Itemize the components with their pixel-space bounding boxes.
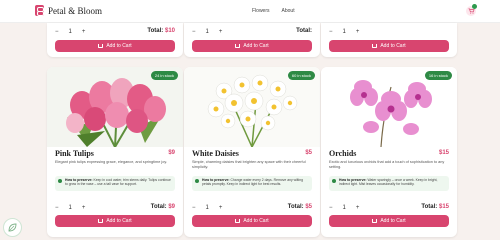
total-label: Total: bbox=[147, 28, 164, 34]
total-label: Total: bbox=[150, 204, 167, 210]
increase-qty-button[interactable]: + bbox=[82, 29, 86, 35]
total-value: $15 bbox=[438, 204, 449, 210]
total-value: $5 bbox=[305, 204, 312, 210]
total-label: Total: bbox=[421, 204, 438, 210]
stock-badge: 24 in stock bbox=[150, 71, 178, 80]
cart-icon bbox=[235, 44, 241, 48]
stock-badge: 60 in stock bbox=[287, 71, 315, 80]
product-card-orchids: 16 in stock Orchids $15 Exotic and luxur… bbox=[321, 67, 457, 237]
add-to-cart-label: Add to Cart bbox=[243, 43, 269, 49]
decrease-qty-button[interactable]: − bbox=[329, 205, 333, 211]
add-to-cart-button[interactable]: Add to Cart bbox=[55, 215, 175, 227]
decrease-qty-button[interactable]: − bbox=[192, 205, 196, 211]
total-label: Total: bbox=[287, 204, 304, 210]
leaf-icon bbox=[8, 223, 17, 232]
add-to-cart-label: Add to Cart bbox=[380, 218, 406, 224]
add-to-cart-button[interactable]: Add to Cart bbox=[55, 40, 175, 52]
add-to-cart-button[interactable]: Add to Cart bbox=[329, 215, 449, 227]
total-price: Total: $10 bbox=[147, 28, 175, 34]
increase-qty-button[interactable]: + bbox=[82, 205, 86, 211]
cart-icon bbox=[372, 44, 378, 48]
nav-link-about[interactable]: About bbox=[282, 8, 295, 14]
quantity-value: 1 bbox=[205, 28, 209, 35]
product-description: Exotic and luxurious orchids that add a … bbox=[329, 160, 445, 169]
product-description: Elegant pink tulips expressing grace, el… bbox=[55, 160, 168, 164]
cart-icon bbox=[235, 219, 241, 223]
brand-name: Petal & Bloom bbox=[48, 5, 102, 16]
total-label: Total: bbox=[296, 28, 312, 34]
cart-icon bbox=[372, 219, 378, 223]
cart-icon bbox=[98, 219, 104, 223]
add-to-cart-button[interactable]: Add to Cart bbox=[329, 40, 449, 52]
product-name: Pink Tulips bbox=[55, 149, 94, 158]
product-card-pink-tulips: 24 in stock Pink Tulips $9 Elegant pink … bbox=[47, 67, 183, 237]
product-price: $15 bbox=[438, 150, 449, 156]
product-card-partial: − 1 + Add to Cart bbox=[321, 23, 457, 57]
info-icon bbox=[332, 179, 336, 183]
total-value: $10 bbox=[164, 28, 175, 34]
product-price: $5 bbox=[305, 150, 312, 156]
quantity-value: 1 bbox=[205, 204, 209, 211]
total-price: Total: $15 bbox=[421, 204, 449, 210]
product-name: Orchids bbox=[329, 149, 357, 158]
cart-count-badge bbox=[472, 4, 477, 9]
total-price: Total: $5 bbox=[288, 204, 312, 210]
product-card-partial: − 1 + Total: Add to Cart bbox=[184, 23, 320, 57]
cart-icon bbox=[98, 44, 104, 48]
increase-qty-button[interactable]: + bbox=[219, 205, 223, 211]
quantity-stepper: − 1 + bbox=[55, 27, 85, 36]
top-navigation-bar: Petal & Bloom Flowers About bbox=[0, 0, 500, 23]
floating-help-button[interactable] bbox=[3, 218, 22, 237]
quantity-stepper: − 1 + bbox=[55, 203, 85, 212]
add-to-cart-button[interactable]: Add to Cart bbox=[192, 40, 312, 52]
info-icon bbox=[58, 179, 62, 183]
info-icon bbox=[195, 179, 199, 183]
quantity-stepper: − 1 + bbox=[192, 203, 222, 212]
stock-badge: 16 in stock bbox=[424, 71, 452, 80]
add-to-cart-label: Add to Cart bbox=[106, 218, 132, 224]
decrease-qty-button[interactable]: − bbox=[55, 205, 59, 211]
brand-icon bbox=[35, 5, 44, 16]
quantity-stepper: − 1 + bbox=[329, 27, 359, 36]
add-to-cart-label: Add to Cart bbox=[106, 43, 132, 49]
total-price: Total: $9 bbox=[151, 204, 175, 210]
quantity-value: 1 bbox=[68, 28, 72, 35]
brand-logo[interactable]: Petal & Bloom bbox=[35, 5, 102, 16]
care-instructions: How to preserve: Keep in cool water, tri… bbox=[55, 176, 175, 191]
total-price: Total: bbox=[296, 28, 312, 34]
product-name: White Daisies bbox=[192, 149, 239, 158]
product-price: $9 bbox=[168, 150, 175, 156]
total-value: $9 bbox=[168, 204, 175, 210]
increase-qty-button[interactable]: + bbox=[219, 29, 223, 35]
increase-qty-button[interactable]: + bbox=[356, 29, 360, 35]
quantity-value: 1 bbox=[342, 204, 346, 211]
main-nav: Flowers About bbox=[252, 8, 295, 14]
product-description: Simple, charming daisies that brighten a… bbox=[192, 160, 306, 169]
quantity-stepper: − 1 + bbox=[192, 27, 222, 36]
care-instructions: How to preserve: Water sparingly – once … bbox=[329, 176, 449, 191]
product-card-partial: − 1 + Total: $10 Add to Cart bbox=[47, 23, 183, 57]
decrease-qty-button[interactable]: − bbox=[192, 29, 196, 35]
add-to-cart-label: Add to Cart bbox=[380, 43, 406, 49]
decrease-qty-button[interactable]: − bbox=[329, 29, 333, 35]
product-card-white-daisies: 60 in stock White Daisies $5 Simple, cha… bbox=[184, 67, 320, 237]
decrease-qty-button[interactable]: − bbox=[55, 29, 59, 35]
add-to-cart-button[interactable]: Add to Cart bbox=[192, 215, 312, 227]
increase-qty-button[interactable]: + bbox=[356, 205, 360, 211]
nav-link-flowers[interactable]: Flowers bbox=[252, 8, 270, 14]
quantity-value: 1 bbox=[68, 204, 72, 211]
care-instructions: How to preserve: Change water every 2 da… bbox=[192, 176, 312, 191]
quantity-value: 1 bbox=[342, 28, 346, 35]
quantity-stepper: − 1 + bbox=[329, 203, 359, 212]
add-to-cart-label: Add to Cart bbox=[243, 218, 269, 224]
